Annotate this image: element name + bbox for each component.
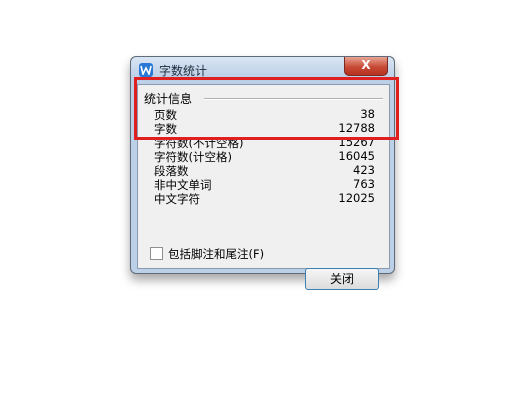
include-footnotes-label[interactable]: 包括脚注和尾注(F) bbox=[168, 246, 264, 262]
stat-value: 423 bbox=[353, 163, 375, 177]
stat-value: 16045 bbox=[338, 149, 375, 163]
stat-value: 763 bbox=[353, 177, 375, 191]
red-highlight-annotation bbox=[134, 77, 399, 140]
stat-value: 12025 bbox=[338, 191, 375, 205]
stat-row-non-chinese-words: 非中文单词 763 bbox=[154, 177, 375, 192]
close-icon: X bbox=[361, 58, 371, 72]
wps-writer-icon bbox=[139, 63, 153, 77]
include-footnotes-checkbox[interactable] bbox=[150, 247, 163, 260]
close-button[interactable]: 关闭 bbox=[305, 268, 379, 290]
stat-row-paragraphs: 段落数 423 bbox=[154, 163, 375, 178]
title-close-button[interactable]: X bbox=[344, 57, 388, 76]
stat-row-chinese-chars: 中文字符 12025 bbox=[154, 191, 375, 206]
stat-row-chars-with-spaces: 字符数(计空格) 16045 bbox=[154, 149, 375, 164]
stat-label: 中文字符 bbox=[154, 192, 200, 206]
